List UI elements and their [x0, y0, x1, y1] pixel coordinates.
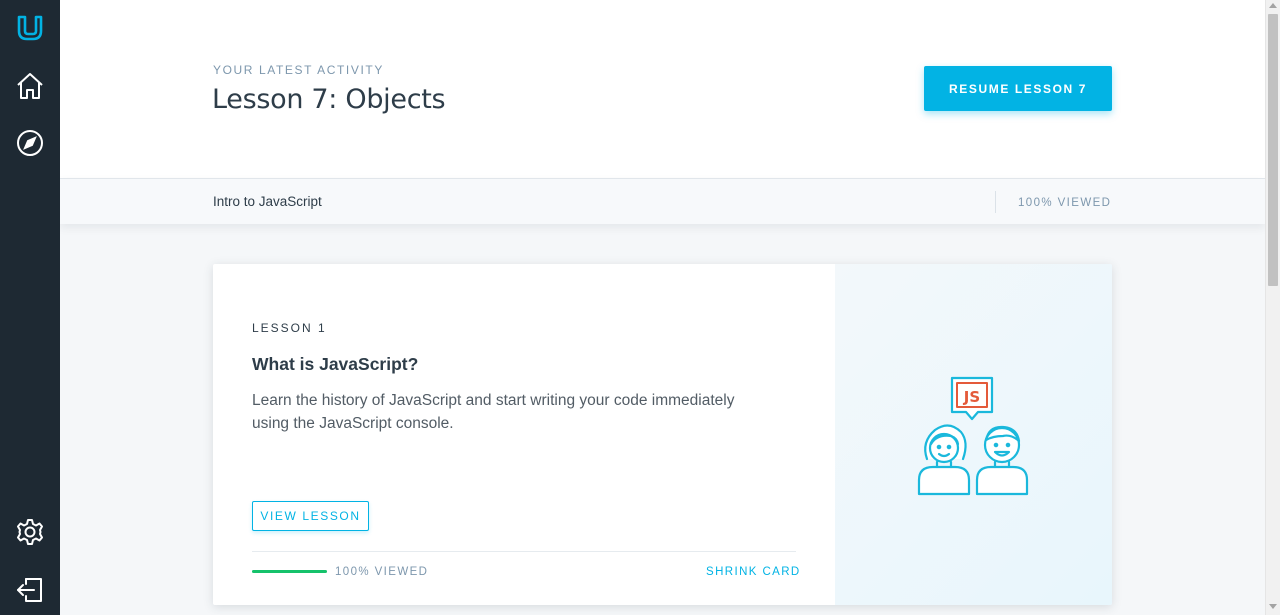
page-scrollbar[interactable]	[1265, 0, 1280, 615]
lesson-progress-bar	[252, 570, 327, 573]
course-name[interactable]: Intro to JavaScript	[213, 194, 322, 209]
scroll-thumb[interactable]	[1268, 14, 1278, 286]
scroll-up-arrow-icon[interactable]	[1269, 3, 1277, 8]
main-content: YOUR LATEST ACTIVITY Lesson 7: Objects R…	[60, 0, 1265, 615]
settings-gear-icon[interactable]	[12, 514, 48, 550]
latest-activity-header: YOUR LATEST ACTIVITY Lesson 7: Objects R…	[60, 0, 1265, 178]
sidebar	[0, 0, 60, 615]
lesson-progress-label: 100% VIEWED	[335, 566, 429, 578]
shrink-card-link[interactable]: SHRINK CARD	[706, 566, 801, 578]
lesson-number: LESSON 1	[252, 321, 327, 335]
view-lesson-button[interactable]: VIEW LESSON	[252, 501, 369, 531]
logout-icon[interactable]	[12, 572, 48, 608]
lesson-card-body: LESSON 1 What is JavaScript? Learn the h…	[213, 264, 835, 605]
card-divider	[252, 551, 796, 552]
home-icon[interactable]	[12, 68, 48, 104]
js-badge-text: JS	[963, 388, 980, 406]
lesson-progress-fill	[252, 570, 327, 573]
lesson-description: Learn the history of JavaScript and star…	[252, 392, 735, 432]
two-people-js-chat-icon: JS	[917, 376, 1029, 496]
course-viewed-status: 100% VIEWED	[1018, 197, 1112, 209]
explore-compass-icon[interactable]	[12, 125, 48, 161]
udacity-logo-icon[interactable]	[12, 10, 48, 46]
lesson-illustration-panel: JS	[835, 264, 1112, 605]
lesson-title: What is JavaScript?	[252, 354, 419, 374]
course-bar: Intro to JavaScript 100% VIEWED	[60, 178, 1265, 224]
scroll-down-arrow-icon[interactable]	[1269, 604, 1277, 609]
page-title: Lesson 7: Objects	[212, 84, 446, 115]
resume-lesson-button[interactable]: RESUME LESSON 7	[924, 66, 1112, 111]
lesson-card: LESSON 1 What is JavaScript? Learn the h…	[213, 264, 1112, 605]
latest-activity-eyebrow: YOUR LATEST ACTIVITY	[213, 63, 384, 77]
course-bar-divider	[995, 191, 996, 213]
